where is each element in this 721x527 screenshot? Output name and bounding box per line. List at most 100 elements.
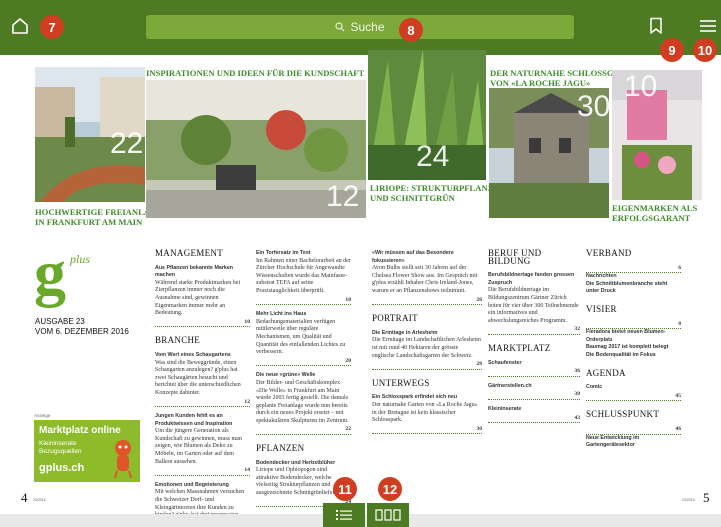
ad-title: Marktplatz online <box>39 425 121 436</box>
page-ref-24: 24 <box>416 140 450 173</box>
toc-entry[interactable]: «Wir müssen auf das Besondere fokussiere… <box>372 250 482 306</box>
caption-freianlage[interactable]: Hochwertige Freianlage in Frankfurt am M… <box>35 207 162 227</box>
entry-title: «Wir müssen auf das Besondere fokussiere… <box>372 250 454 264</box>
caption-liriope[interactable]: Liriope: Strukturpflanze und Schnittgrün <box>370 183 499 203</box>
entry-page: 6 <box>586 265 681 274</box>
marker-badge-bookmark: 9 <box>660 38 684 62</box>
caption-line: Erfolgsgarant <box>612 213 691 223</box>
marktplatz-ad[interactable]: Marktplatz online Kleininserate Bezugsqu… <box>34 420 140 482</box>
ad-label: Anzeige <box>34 413 51 418</box>
section-heading: Verband <box>586 248 632 258</box>
toc-entry[interactable]: Ein Torfersatz im Test Im Rahmen einer B… <box>256 250 351 306</box>
entry-page: 10 <box>155 319 250 328</box>
photo-liriope[interactable]: 24 <box>368 50 486 180</box>
entry-title: Baumag 2017 ist komplett belegt <box>586 344 669 351</box>
entry-text: Um die jüngere Generation als Kundschaft… <box>155 428 242 465</box>
toc-entry[interactable]: Kleininserate 43 <box>488 405 580 424</box>
photo-inspirationen[interactable]: 12 <box>146 80 366 218</box>
section-heading: Pflanzen <box>256 443 305 454</box>
marker-badge-list: 11 <box>333 477 357 501</box>
photo-freianlage[interactable]: 22 <box>35 67 145 202</box>
search-input[interactable]: Suche <box>146 15 574 39</box>
list-view-button[interactable] <box>323 503 365 527</box>
toc-entry[interactable]: Schaufenster 36 <box>488 360 580 377</box>
entry-title: Kleininserate <box>488 405 522 412</box>
toc-entry[interactable]: 46 Neue Entwicklung im Gartengerätesekto… <box>586 426 681 450</box>
entry-page: 8 <box>586 321 681 330</box>
entry-title: Jungen Kunden fehlt es an Produktwissen … <box>155 413 233 427</box>
marker-badge-menu: 10 <box>693 38 717 62</box>
section-heading: Branche <box>155 335 201 346</box>
entry-title: Bodendecker und Herbstblüher <box>256 459 336 466</box>
entry-text: Im Rahmen einer Bachelorarbeit an der Zü… <box>256 257 351 294</box>
entry-title: Aus Pflanzen bekannte Marken machen <box>155 264 234 279</box>
caption-eigenmarken[interactable]: Eigenmarken als Erfolgsgarant <box>612 203 697 223</box>
entry-text: Die Ermitage im Landschaftlichen Arleshe… <box>372 337 481 359</box>
entry-page: 26 <box>372 297 482 306</box>
toc-entry[interactable]: Comic 45 <box>586 384 681 402</box>
section-heading: Marktplatz <box>488 342 551 353</box>
home-button[interactable] <box>6 12 34 40</box>
gplus-logo-plus: plus <box>70 252 91 266</box>
entry-text: Bedachungsmaterialien verfügen mittlerwe… <box>256 318 346 356</box>
caption-inspirationen[interactable]: Inspirationen und Ideen für die Kundscha… <box>146 68 364 78</box>
entry-page: 36 <box>488 368 580 377</box>
toc-column-1: Management Aus Pflanzen bekannte Marken … <box>155 249 250 527</box>
toc-entry[interactable]: Gärtnerstellen.ch 38 <box>488 383 580 400</box>
page-number-left: 4 <box>21 490 28 505</box>
page-ref-22: 22 <box>110 127 144 160</box>
toc-column-5: Verband 6 Nachrichten Die Schnittblumenb… <box>586 248 681 456</box>
search-placeholder: Suche <box>350 20 385 34</box>
hamburger-icon <box>700 20 716 32</box>
toc-entry[interactable]: Ein Schlosspark erfindet sich neu Der na… <box>372 394 482 435</box>
mascot-icon <box>114 440 132 478</box>
list-icon <box>336 510 352 520</box>
caption-line: und Schnittgrün <box>370 193 455 203</box>
toc-entry[interactable]: Mehr Licht ins Haus Bedachungsmaterialie… <box>256 311 351 367</box>
toc-entry[interactable]: Vom Wert eines Schaugartens Was sind die… <box>155 352 250 408</box>
entry-page: 30 <box>372 426 482 435</box>
toc-entry[interactable]: Die neue «grüne» Welle Der Bilder- und G… <box>256 372 351 436</box>
section-heading: Portrait <box>372 313 418 324</box>
section-heading: Unterwegs <box>372 377 430 388</box>
toc-column-4: Beruf und Bildung Berufsbildnertage fand… <box>488 248 580 429</box>
toc-entry[interactable]: Die Ermitage in Arlesheim Die Ermitage i… <box>372 330 482 370</box>
entry-page: 22 <box>256 426 351 436</box>
pages-icon <box>375 509 401 521</box>
entry-title: Die Schnittblumenbranche steht unter Dru… <box>586 280 668 295</box>
toc-entry[interactable]: Berufsbildnertage fanden grossen Zuspruc… <box>488 272 580 335</box>
entry-page: 28 <box>372 361 482 370</box>
toc-entry[interactable]: Aus Pflanzen bekannte Marken machen Währ… <box>155 265 250 328</box>
entry-text: Was sind die Beweggründe, einen Schaugar… <box>155 359 241 396</box>
entry-title: Emotionen und Begeisterung <box>155 481 229 488</box>
photo-eigenmarken[interactable]: 10 <box>612 70 702 200</box>
issue-date: VOM 6. DEZEMBER 2016 <box>35 327 129 336</box>
page-footer-left: 23/2016 <box>33 498 46 502</box>
entry-page: 12 <box>155 399 250 408</box>
entry-page: 18 <box>256 297 351 306</box>
bookmark-icon <box>650 17 662 34</box>
menu-button[interactable] <box>694 12 721 40</box>
entry-title: Schaufenster <box>488 359 522 366</box>
bookmark-button[interactable] <box>642 12 670 40</box>
entry-page: 32 <box>488 326 580 335</box>
page-ref-12: 12 <box>326 180 360 213</box>
entry-text: Die Berufsbildnertage im Bildungszentrum… <box>488 287 579 324</box>
issue-number: AUSGABE 23 <box>35 317 85 326</box>
caption-line: in Frankfurt am Main <box>35 217 143 227</box>
entry-text: Während starke Produktmarken bei Zierpfl… <box>155 279 241 317</box>
entry-page: 45 <box>586 393 681 402</box>
entry-page: 38 <box>488 391 580 400</box>
entry-title: Gärtnerstellen.ch <box>488 382 532 389</box>
caption-line: Hochwertige Freianlage <box>35 207 163 217</box>
entry-text: Der Bilder- und Geschäftskomplex «Die We… <box>256 379 349 424</box>
photo-schlossgarten[interactable]: 30 <box>489 88 609 218</box>
toc-entry[interactable]: Jungen Kunden fehlt es an Produktwissen … <box>155 413 250 476</box>
page-ref-10: 10 <box>624 70 658 103</box>
entry-page: 14 <box>155 467 250 476</box>
page-footer-right: 23/2016 <box>682 498 695 502</box>
toc-entry[interactable]: 6 Nachrichten Die Schnittblumenbranche s… <box>586 265 681 296</box>
entry-title: Berufsbildnertage fanden grossen Zuspruc… <box>488 272 575 286</box>
toc-entry[interactable]: 8 Fleradora bietet neuen Blumen-Orderpla… <box>586 321 681 360</box>
page-grid-button[interactable] <box>367 503 409 527</box>
